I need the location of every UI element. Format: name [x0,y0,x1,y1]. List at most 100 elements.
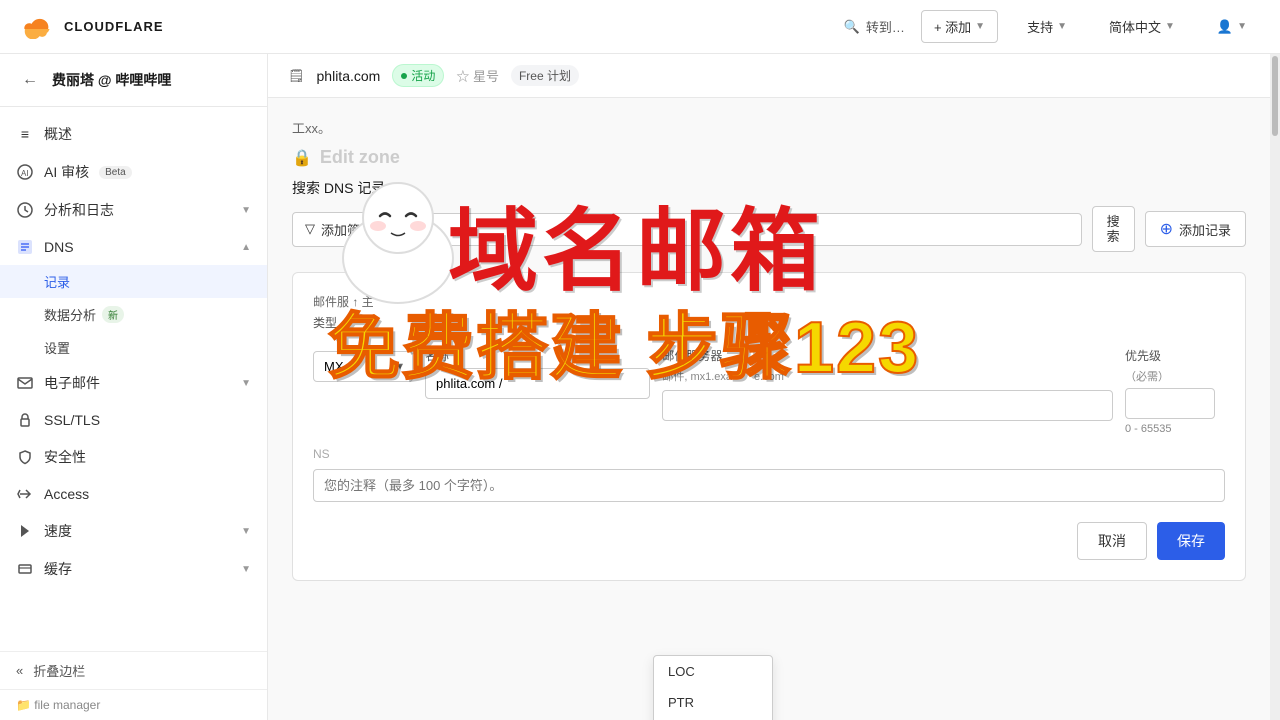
sidebar-item-data-analysis[interactable]: 数据分析 新 [0,298,267,331]
dns-content: 工xx。 🔒 Edit zone 搜索 DNS 记录 ▽ 添加筛选器 🔍 [268,98,1270,720]
dropdown-item-loc[interactable]: LOC [654,656,772,687]
type-label: 类型 [313,314,337,331]
access-label: Access [44,486,89,502]
cache-label: 缓存 [44,559,72,579]
ai-label: AI 审核 [44,162,89,182]
site-title: 费丽塔 @ 哔哩哔哩 [52,70,171,90]
back-button[interactable]: ← [16,66,44,94]
goto-search[interactable]: 🔍 转到… [844,17,905,36]
dropdown-item-ptr[interactable]: PTR [654,687,772,718]
dns-caret-icon: ▲ [241,242,251,253]
sidebar-item-dns-settings[interactable]: 设置 [0,331,267,364]
lang-caret-icon: ▼ [1165,21,1175,32]
sidebar-item-access[interactable]: Access [0,476,267,512]
right-scrollbar[interactable] [1270,54,1280,720]
scroll-thumb[interactable] [1272,56,1278,136]
sidebar-item-ai-audit[interactable]: AI AI 审核 Beta [0,153,267,191]
overview-label: 概述 [44,124,72,144]
sidebar-item-analytics[interactable]: 分析和日志 ▼ [0,191,267,229]
filter-button[interactable]: ▽ 添加筛选器 [292,212,399,247]
user-button[interactable]: 👤 ▼ [1204,12,1260,42]
cloudflare-logo: CLOUDFLARE [20,15,164,39]
search-input[interactable] [443,222,1070,237]
comment-input[interactable] [313,469,1225,502]
sidebar-nav: ≡ 概述 AI AI 审核 Beta 分析和日志 ▼ [0,107,267,651]
sidebar-item-records[interactable]: 记录 [0,265,267,298]
name-field: 名称 [425,347,650,399]
main-layout: ← 费丽塔 @ 哔哩哔哩 ≡ 概述 AI AI 审核 Beta [0,54,1280,720]
support-button[interactable]: 支持 ▼ [1014,10,1080,43]
cf-logo-icon [20,15,56,39]
analytics-label: 分析和日志 [44,200,114,220]
security-label: 安全性 [44,447,86,467]
search-input-wrap[interactable]: 🔍 [409,213,1082,246]
collapse-sidebar[interactable]: « 折叠边栏 [0,651,267,689]
lock-icon: 🔒 [292,148,312,168]
cancel-button[interactable]: 取消 [1077,522,1147,560]
type-field: MX ▼ [313,347,413,382]
sidebar-item-security[interactable]: 安全性 [0,438,267,476]
sidebar-item-email[interactable]: 电子邮件 ▼ [0,364,267,402]
ai-icon: AI [16,163,34,181]
mail-server-input[interactable] [662,390,1113,421]
file-manager-item[interactable]: 📁 file manager [0,689,267,720]
sidebar-item-dns[interactable]: DNS ▲ [0,229,267,265]
action-row: 取消 保存 [313,522,1225,560]
plan-badge: Free 计划 [511,65,579,86]
search-section: 搜索 DNS 记录 ▽ 添加筛选器 🔍 搜 索 ⊕ 添加 [292,178,1246,252]
file-manager-label: file manager [34,698,100,712]
search-bar-row: ▽ 添加筛选器 🔍 搜 索 ⊕ 添加记录 [292,206,1246,252]
overview-icon: ≡ [16,125,34,143]
type-dropdown: LOC PTR SMIMEA ▼ [653,655,773,720]
sidebar-item-ssl[interactable]: SSL/TLS [0,402,267,438]
sidebar-header: ← 费丽塔 @ 哔哩哔哩 [0,54,267,107]
search-label: 搜索 DNS 记录 [292,178,1246,198]
speed-caret-icon: ▼ [241,526,251,537]
dns-settings-label: 设置 [44,338,70,357]
email-caret-icon: ▼ [241,378,251,389]
record-type-select[interactable]: MX [313,351,413,382]
ssl-label: SSL/TLS [44,412,100,428]
add-caret-icon: ▼ [975,21,985,32]
search-icon: 🔍 [844,19,860,35]
analytics-caret-icon: ▼ [241,205,251,216]
type-select-wrap[interactable]: MX ▼ [313,351,413,382]
goto-label: 转到… [866,17,905,36]
domain-bar: 🗒 phlita.com 活动 ☆ 星号 Free 计划 [268,54,1270,98]
active-badge: 活动 [392,64,444,87]
language-button[interactable]: 简体中文 ▼ [1096,10,1188,43]
cache-icon [16,560,34,578]
file-manager-icon: 📁 [16,698,31,712]
priority-input[interactable] [1125,388,1215,419]
access-icon [16,485,34,503]
sidebar-item-overview[interactable]: ≡ 概述 [0,115,267,153]
name-label: 名称 [425,347,650,364]
add-button[interactable]: + 添加 ▼ [921,10,998,43]
cache-caret-icon: ▼ [241,564,251,575]
analytics-icon [16,201,34,219]
priority-range: 0 - 65535 [1125,423,1225,435]
sidebar-item-speed[interactable]: 速度 ▼ [0,512,267,550]
domain-page-icon: 🗒 [288,68,305,84]
search-button[interactable]: 搜 索 [1092,206,1135,252]
sidebar-item-cache[interactable]: 缓存 ▼ [0,550,267,588]
topnav: CLOUDFLARE 🔍 转到… + 添加 ▼ 支持 ▼ 简体中文 ▼ 👤 ▼ [0,0,1280,54]
mail-server-hint: 邮件, mx1.exa e.com [662,368,1113,384]
add-record-button[interactable]: ⊕ 添加记录 [1145,211,1246,247]
star-button[interactable]: ☆ 星号 [456,66,499,85]
new-badge: 新 [102,306,124,323]
comment-row [313,469,1225,502]
name-input[interactable] [425,368,650,399]
dns-icon [16,238,34,256]
email-label: 电子邮件 [44,373,100,393]
search-magnify-icon: 🔍 [420,221,437,238]
edit-zone-panel: 邮件服 ↑ 主 类型 MX ▼ [292,272,1246,581]
edit-zone-header: 🔒 Edit zone [292,147,1246,168]
user-icon: 👤 [1217,19,1233,35]
data-analysis-label: 数据分析 [44,305,96,324]
support-caret-icon: ▼ [1057,21,1067,32]
save-button[interactable]: 保存 [1157,522,1225,560]
priority-label: 优先级 [1125,347,1225,364]
dns-label: DNS [44,239,74,255]
record-type-row: 类型 [313,314,1225,333]
